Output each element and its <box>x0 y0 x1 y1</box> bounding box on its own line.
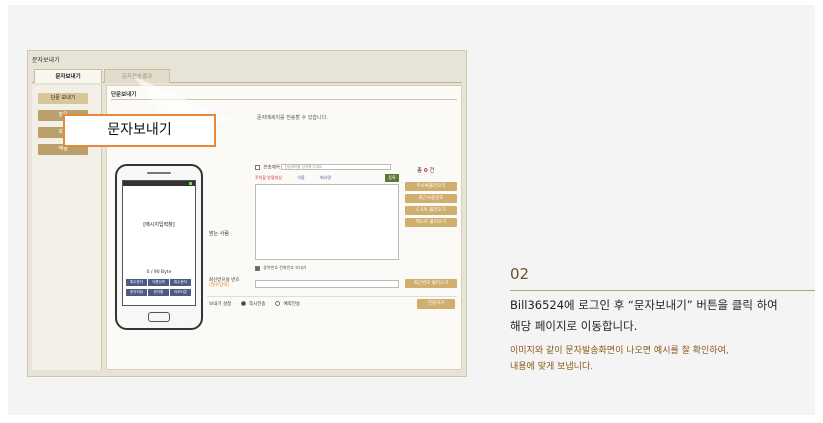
send-settings-label: 보내기 설정 <box>209 302 232 307</box>
recipient-count: 총 0 건 <box>417 166 434 174</box>
step-description-line-2: 내용에 맞게 보냅니다. <box>510 362 594 372</box>
duplicate-checkbox[interactable] <box>255 265 260 271</box>
send-divider <box>207 296 457 297</box>
special-field-name[interactable]: 이름 <box>297 175 304 180</box>
duplicate-check-row: 중복번호 전화번호 보내기 <box>255 265 306 271</box>
load-cs-list-button[interactable]: C.S목 불러오기 <box>405 206 457 215</box>
special-char-button-2[interactable]: 특수문자 <box>170 279 191 286</box>
subject-checkbox[interactable] <box>255 164 260 170</box>
byte-counter: 0 / 90 Byte <box>146 270 172 275</box>
special-char-button[interactable]: 특수문자 <box>126 279 147 286</box>
send-reserve-radio[interactable] <box>275 301 281 306</box>
name-insert-button[interactable]: 이름입력 <box>148 279 169 286</box>
message-box-button[interactable]: 문자함 <box>148 289 169 296</box>
phone-screen: [메시지입력창] 0 / 90 Byte 특수문자 이름입력 특수문자 문자저장… <box>122 180 196 306</box>
tab-send-message[interactable]: 문자보내기 <box>34 69 102 83</box>
phone-home-button-icon <box>148 312 170 322</box>
emoticon-button[interactable]: 이모티콘 <box>170 289 191 296</box>
phone-speaker <box>147 172 171 174</box>
send-reserve-label: 예약전송 <box>283 302 301 307</box>
send-settings-row: 보내기 설정 즉시전송 예약전송 <box>209 301 300 307</box>
main-divider <box>111 99 457 100</box>
step-title-line-2: 해당 페이지로 이동합니다. <box>510 319 638 333</box>
step-number: 02 <box>510 265 530 283</box>
tab-send-result[interactable]: 문자전송결과 <box>104 69 170 83</box>
recipients-label: 받는 사람 <box>209 231 229 237</box>
subject-input[interactable]: 전송제목을 입력해 주세요 <box>281 164 392 170</box>
send-now-label: 즉시전송 <box>249 302 266 307</box>
special-field-company[interactable]: 회사명 <box>320 175 331 180</box>
special-fields-row: 주의할 받을대상 이름 회사명 <box>255 175 345 181</box>
screenshot-frame: 문자보내기 문자보내기 문자전송결과 단문 보내기 장문 포고 엑셀 단문보내기… <box>27 50 467 377</box>
count-prefix: 총 <box>417 168 423 174</box>
subject-row: 전송제목 전송제목을 입력해 주세요 <box>255 164 392 171</box>
nav-short-message[interactable]: 단문 보내기 <box>38 93 88 104</box>
send-button[interactable]: 전송하기 <box>417 299 455 309</box>
phone-button-row-2: 문자저장 문자함 이모티콘 <box>126 289 192 297</box>
battery-icon <box>189 182 192 185</box>
phone-preview: [메시지입력창] 0 / 90 Byte 특수문자 이름입력 특수문자 문자저장… <box>115 164 203 330</box>
load-text-file-button[interactable]: 엑스트 불러오기 <box>405 218 457 227</box>
step-description-line-1: 이미지와 같이 문자발송화면이 나오면 예시를 잘 확인하여, <box>510 346 729 356</box>
recent-numbers-button[interactable]: 최근사용번호 <box>405 194 457 203</box>
load-address-book-button[interactable]: 주소록불러오기 <box>405 182 457 191</box>
callout-label: 문자보내기 <box>63 114 216 147</box>
add-recipient-button[interactable]: 등록 <box>385 174 399 182</box>
count-suffix: 건 <box>429 168 435 174</box>
subject-label: 전송제목 <box>263 165 280 171</box>
send-now-radio[interactable] <box>240 301 246 306</box>
tab-bar: 문자보내기 문자전송결과 <box>32 67 462 83</box>
reply-number-row: 회신받으실 번호 (필수입력) 최근번호 불러오기 <box>207 278 457 292</box>
special-field-target[interactable]: 주의할 받을대상 <box>255 175 282 180</box>
load-recent-number-button[interactable]: 최근번호 불러오기 <box>405 279 457 288</box>
phone-status-bar <box>123 181 195 186</box>
phone-button-row-1: 특수문자 이름입력 특수문자 <box>126 279 192 287</box>
count-value: 0 <box>423 168 428 174</box>
recipient-list-area[interactable] <box>255 184 399 260</box>
save-message-button[interactable]: 문자저장 <box>126 289 147 296</box>
main-tab-title: 단문보내기 <box>111 92 137 98</box>
step-title-line-1: Bill36524에 로그인 후 “문자보내기” 버튼을 클릭 하여 <box>510 298 778 312</box>
reply-number-required: (필수입력) <box>209 283 230 288</box>
phone-message-area[interactable]: [메시지입력창] <box>123 221 195 228</box>
reply-number-input[interactable] <box>255 280 399 288</box>
duplicate-checkbox-label: 중복번호 전화번호 보내기 <box>263 265 307 270</box>
step-divider <box>510 290 815 291</box>
window-title: 문자보내기 <box>32 57 60 64</box>
page-description: 문자메세지를 전송할 수 있습니다. <box>257 115 328 121</box>
reply-number-label: 회신받으실 번호 (필수입력) <box>209 278 239 288</box>
